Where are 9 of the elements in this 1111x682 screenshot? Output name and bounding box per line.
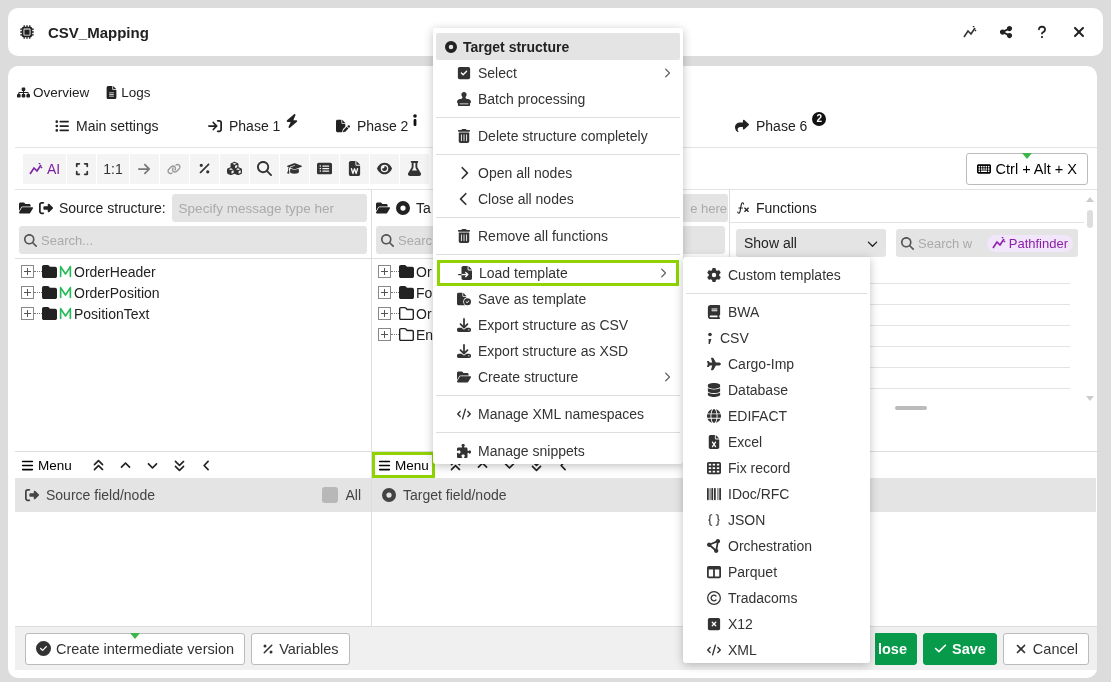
- panel-title: Functions: [756, 200, 817, 216]
- count-badge: 2: [812, 111, 827, 126]
- menu-title: Target structure: [463, 38, 570, 55]
- panel-title: Source structure:: [59, 200, 166, 216]
- header-label: Target field/node: [403, 487, 507, 503]
- checkbox-label: All: [345, 487, 361, 503]
- header-label: Source field/node: [46, 487, 155, 503]
- panel-title: Ta: [416, 200, 431, 216]
- window-title: CSV_Mapping: [48, 23, 150, 41]
